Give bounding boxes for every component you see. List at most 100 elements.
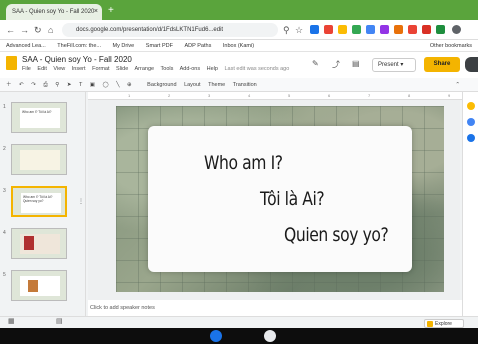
- avatar[interactable]: [465, 57, 478, 72]
- profile-icon[interactable]: [452, 25, 461, 34]
- comment-add-icon[interactable]: ⊕: [127, 82, 132, 88]
- menu-add-ons[interactable]: Add-ons: [180, 66, 201, 72]
- extension-icon[interactable]: [310, 25, 319, 34]
- toolbar: ＋ ↶ ↷ ⎙ ⚲ ➤ T ▣ ◯ ╲ ⊕ Background Layout …: [0, 78, 478, 92]
- undo-icon[interactable]: ↶: [19, 82, 24, 88]
- menu-arrange[interactable]: Arrange: [135, 66, 155, 72]
- background-button[interactable]: Background: [147, 82, 176, 88]
- tasks-icon[interactable]: [467, 118, 475, 126]
- last-edit-status[interactable]: Last edit was seconds ago: [224, 66, 289, 72]
- thumbnail-text: [20, 276, 60, 296]
- browser-tab[interactable]: SAA - Quien soy Yo - Fall 2020 ×: [6, 4, 102, 20]
- slide-number: 3: [3, 188, 6, 194]
- slide-number: 5: [3, 272, 6, 278]
- slide-line-2[interactable]: Tôi là Ai?: [260, 188, 325, 210]
- chrome-icon[interactable]: [210, 330, 222, 342]
- document-title[interactable]: SAA - Quien soy Yo - Fall 2020: [22, 55, 132, 64]
- speaker-notes[interactable]: Click to add speaker notes: [88, 300, 468, 316]
- os-taskbar: [0, 328, 478, 344]
- extension-icon[interactable]: [324, 25, 333, 34]
- transition-button[interactable]: Transition: [233, 82, 257, 88]
- side-panel: [462, 92, 478, 324]
- slide-line-1[interactable]: Who am I?: [204, 152, 283, 174]
- slide-thumbnail[interactable]: Who am I? Tôi là Ai?: [11, 102, 67, 133]
- menu-format[interactable]: Format: [92, 66, 109, 72]
- back-icon[interactable]: ←: [6, 24, 15, 36]
- extension-icon[interactable]: [436, 25, 445, 34]
- image-icon[interactable]: ▣: [90, 82, 95, 88]
- extension-icon[interactable]: [408, 25, 417, 34]
- menu-edit[interactable]: Edit: [37, 66, 46, 72]
- bookmark-item[interactable]: ADP Paths: [185, 43, 212, 49]
- thumbnail-text: Who am I? Tôi là Ai?: [20, 108, 60, 128]
- slide[interactable]: Who am I? Tôi là Ai? Quien soy yo?: [116, 106, 444, 292]
- grid-view-icon[interactable]: ▦: [8, 317, 15, 325]
- keep-icon[interactable]: [467, 102, 475, 110]
- slides-logo-icon[interactable]: [6, 56, 17, 70]
- add-slide-icon[interactable]: ＋: [6, 82, 12, 88]
- menu-view[interactable]: View: [53, 66, 65, 72]
- new-tab-button[interactable]: +: [108, 5, 114, 17]
- menu-insert[interactable]: Insert: [72, 66, 86, 72]
- other-bookmarks[interactable]: Other bookmarks: [430, 40, 472, 51]
- share-button[interactable]: Share: [424, 57, 460, 72]
- present-button[interactable]: Present ▾: [372, 58, 416, 72]
- theme-button[interactable]: Theme: [208, 82, 225, 88]
- home-icon[interactable]: ⌂: [48, 24, 53, 36]
- slides-header: SAA - Quien soy Yo - Fall 2020 File Edit…: [0, 52, 478, 78]
- slide-thumbnail[interactable]: [11, 228, 67, 259]
- shape-icon[interactable]: ◯: [103, 82, 109, 88]
- explore-button[interactable]: Explore: [424, 319, 464, 328]
- textbox-icon[interactable]: T: [79, 82, 82, 88]
- bookmark-star-icon[interactable]: ☆: [295, 24, 303, 36]
- trend-icon[interactable]: ⤴: [332, 59, 340, 70]
- ruler-tick: 6: [328, 93, 331, 98]
- menu-tools[interactable]: Tools: [161, 66, 174, 72]
- menu-help[interactable]: Help: [207, 66, 218, 72]
- print-icon[interactable]: ⎙: [43, 82, 47, 88]
- extension-icon[interactable]: [366, 25, 375, 34]
- calendar-icon[interactable]: [467, 134, 475, 142]
- slide-line-3[interactable]: Quien soy yo?: [284, 224, 389, 246]
- slide-thumbnail[interactable]: [11, 144, 67, 175]
- present-label: Present: [378, 62, 399, 68]
- extension-icon[interactable]: [394, 25, 403, 34]
- layout-button[interactable]: Layout: [184, 82, 201, 88]
- zoom-icon[interactable]: ⚲: [283, 24, 290, 36]
- zoom-icon[interactable]: ⚲: [55, 82, 59, 88]
- ruler-tick: 3: [208, 93, 211, 98]
- menu-slide[interactable]: Slide: [116, 66, 128, 72]
- url-input[interactable]: docs.google.com/presentation/d/1FdsLKTN1…: [62, 23, 278, 37]
- bookmark-item[interactable]: Inbox (Kami): [223, 43, 254, 49]
- collapse-icon[interactable]: ⌃: [455, 78, 460, 92]
- redo-icon[interactable]: ↷: [31, 82, 36, 88]
- select-icon[interactable]: ➤: [67, 82, 72, 88]
- thumbnail-photo: [24, 236, 34, 250]
- more-icon[interactable]: ⋮: [78, 198, 84, 205]
- extension-icon[interactable]: [352, 25, 361, 34]
- line-icon[interactable]: ╲: [116, 82, 119, 88]
- bookmark-item[interactable]: TheFill.com: the...: [57, 43, 101, 49]
- slide-number: 4: [3, 230, 6, 236]
- comments-icon[interactable]: ▤: [352, 59, 360, 68]
- ruler-tick: 8: [408, 93, 411, 98]
- forward-icon[interactable]: →: [20, 24, 29, 36]
- thumbnail-text: [20, 150, 60, 170]
- text-panel[interactable]: Who am I? Tôi là Ai? Quien soy yo?: [148, 126, 412, 272]
- reload-icon[interactable]: ↻: [34, 24, 42, 36]
- pen-icon[interactable]: ✎: [312, 59, 319, 68]
- bookmark-item[interactable]: Advanced Lea...: [6, 43, 46, 49]
- bookmark-item[interactable]: Smart PDF: [146, 43, 173, 49]
- extension-icon[interactable]: [380, 25, 389, 34]
- slide-thumbnail-selected[interactable]: Who am I? Tôi là Ai? Quien soy yo?: [11, 186, 67, 217]
- thumbnail-photo: [28, 280, 38, 292]
- extension-icon[interactable]: [422, 25, 431, 34]
- extension-icon[interactable]: [338, 25, 347, 34]
- bookmark-item[interactable]: My Drive: [113, 43, 135, 49]
- tab-close-icon[interactable]: ×: [94, 4, 98, 20]
- slide-thumbnail[interactable]: [11, 270, 67, 301]
- filmstrip-view-icon[interactable]: ▤: [56, 317, 63, 325]
- ruler-tick: 5: [288, 93, 291, 98]
- app-icon[interactable]: [264, 330, 276, 342]
- menu-file[interactable]: File: [22, 66, 31, 72]
